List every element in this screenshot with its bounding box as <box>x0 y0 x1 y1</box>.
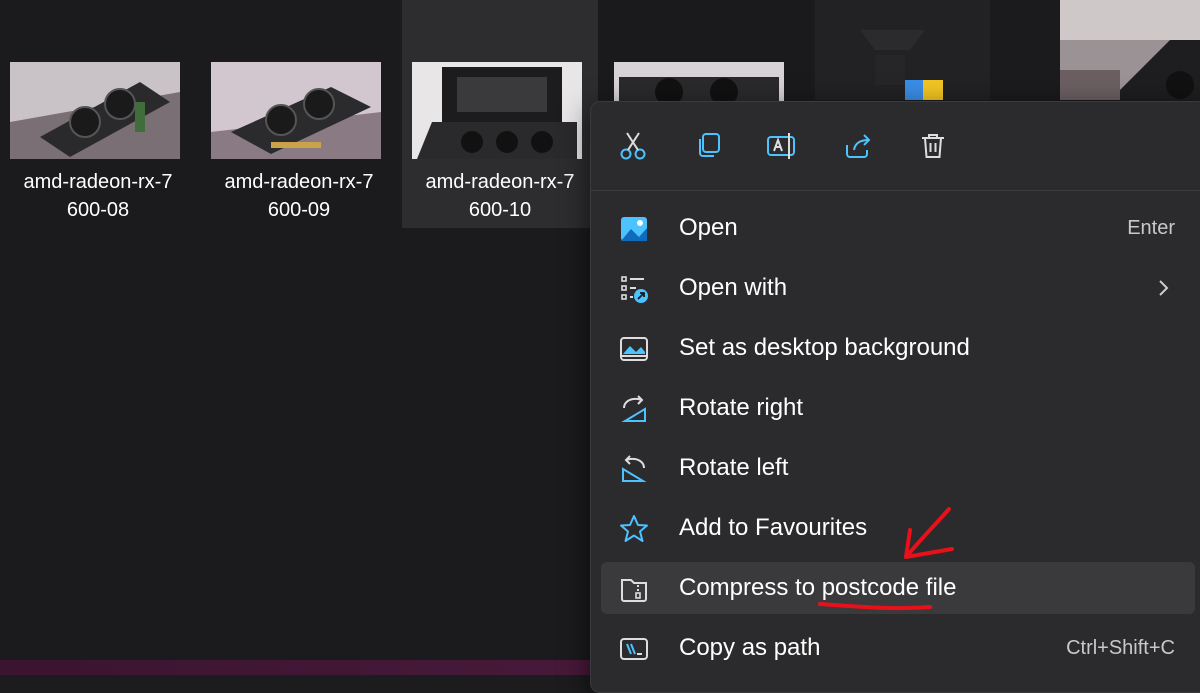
file-name: amd-radeon-rx-7 600-08 <box>23 171 173 221</box>
delete-button[interactable] <box>911 124 955 168</box>
graphics-card-thumbnail <box>10 62 180 159</box>
menu-item-open-with[interactable]: Open with <box>601 262 1195 314</box>
desktop-background-icon <box>620 337 648 361</box>
menu-item-label: Add to Favourites <box>679 514 868 541</box>
menu-item-label: Rotate left <box>679 454 789 481</box>
menu-item-add-to-favourites[interactable]: Add to Favourites <box>601 502 1195 554</box>
file-tile[interactable]: amd-radeon-rx-7 600-08 <box>0 0 196 228</box>
menu-item-label: Open <box>679 214 738 241</box>
file-name: amd-radeon-rx-7 600-10 <box>425 171 575 221</box>
graphics-card-thumbnail <box>1060 0 1200 100</box>
menu-item-label: Compress to postcode file <box>679 574 957 601</box>
menu-item-compress[interactable]: Compress to postcode file <box>601 562 1195 614</box>
open-with-icon <box>621 276 648 303</box>
rename-icon <box>767 133 795 159</box>
menu-item-rotate-left[interactable]: Rotate left <box>601 442 1195 494</box>
chevron-right-icon <box>1159 280 1169 296</box>
menu-item-label: Set as desktop background <box>679 334 970 361</box>
menu-item-label: Copy as path <box>679 634 821 661</box>
context-menu: Open Enter Open with Set as desktop back… <box>590 101 1200 693</box>
context-menu-toolbar <box>591 102 1200 191</box>
copy-icon <box>699 133 720 157</box>
shortcut-text: Enter <box>1127 217 1175 239</box>
copy-path-icon <box>620 638 648 660</box>
delete-icon <box>922 134 944 158</box>
rotate-right-icon <box>621 395 646 422</box>
rotate-left-icon <box>622 455 647 482</box>
photos-icon <box>621 217 647 241</box>
graphics-card-thumbnail <box>412 62 582 159</box>
copy-button[interactable] <box>686 124 730 168</box>
menu-item-rotate-right[interactable]: Rotate right <box>601 382 1195 434</box>
file-tile-folder[interactable] <box>815 0 990 100</box>
file-tile-selected[interactable]: amd-radeon-rx-7 600-10 <box>402 0 598 228</box>
share-icon <box>846 134 871 158</box>
cut-button[interactable] <box>611 124 655 168</box>
menu-item-label: Open with <box>679 274 788 301</box>
menu-item-copy-as-path[interactable]: Copy as path Ctrl+Shift+C <box>601 622 1195 674</box>
share-button[interactable] <box>836 124 880 168</box>
cut-icon <box>620 132 646 160</box>
file-tile[interactable]: amd-radeon-rx-7 600-09 <box>201 0 397 228</box>
star-icon <box>620 515 648 542</box>
file-name: amd-radeon-rx-7 600-09 <box>224 171 374 221</box>
menu-item-set-desktop-background[interactable]: Set as desktop background <box>601 322 1195 374</box>
rename-button[interactable] <box>761 124 805 168</box>
menu-item-label: Rotate right <box>679 394 804 421</box>
shortcut-text: Ctrl+Shift+C <box>1066 637 1175 659</box>
graphics-card-thumbnail <box>211 62 381 159</box>
file-thumbnail-partial[interactable] <box>1060 0 1200 100</box>
menu-item-open[interactable]: Open Enter <box>601 202 1195 254</box>
zip-folder-icon <box>621 579 647 602</box>
app-logo-icon <box>860 30 943 100</box>
